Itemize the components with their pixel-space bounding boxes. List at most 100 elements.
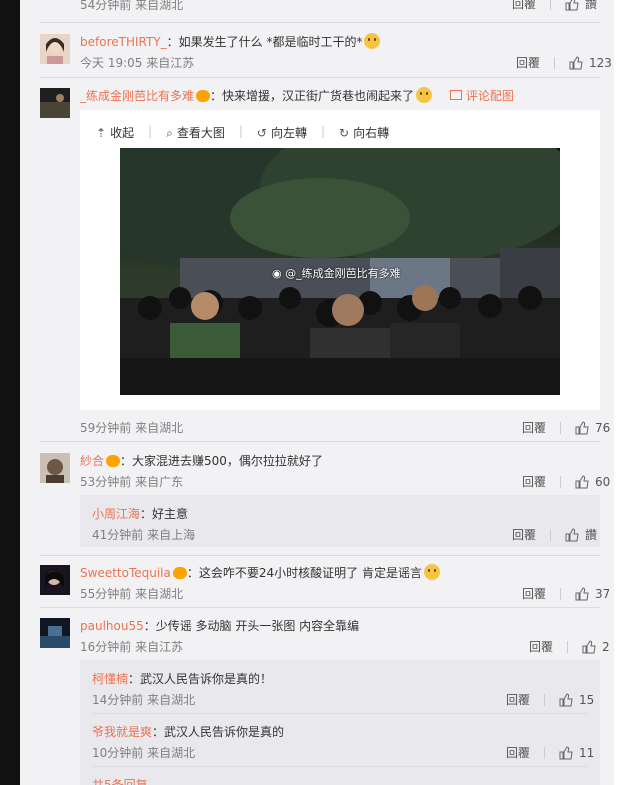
divider: [40, 555, 600, 556]
weibo-watermark: ◉ @_练成金刚芭比有多难: [272, 265, 401, 281]
comment-picture-link[interactable]: 评论配图: [449, 89, 514, 103]
rotate-left-button[interactable]: ↺ 向左轉: [257, 124, 307, 141]
reply-button[interactable]: 回覆: [522, 473, 546, 490]
emoji-icon: [364, 33, 381, 49]
like-icon[interactable]: [569, 55, 583, 70]
vip-badge-icon: [172, 567, 187, 579]
avatar-image: [40, 88, 70, 118]
like-count: 76: [595, 420, 611, 435]
like-count: 讚: [585, 0, 598, 11]
divider: [550, 0, 552, 10]
reply-button[interactable]: 回覆: [522, 585, 546, 602]
reply-button[interactable]: 回覆: [506, 691, 530, 708]
collapse-label: 收起: [110, 126, 135, 140]
reply-button[interactable]: 回覆: [529, 638, 553, 655]
username-link[interactable]: paulhou55: [80, 619, 144, 633]
reply-list: 柯懂楠：武汉人民告诉你是真的！ 14分钟前 来自湖北 回覆 15 爷我就是爽：武…: [80, 660, 600, 785]
like-icon[interactable]: [582, 639, 596, 654]
comment-meta: 16分钟前 来自江苏: [80, 640, 184, 654]
emoji-icon: [416, 87, 433, 103]
reply-meta: 14分钟前 来自湖北: [92, 693, 196, 707]
reply-text: ：武汉人民告诉你是真的！: [128, 672, 273, 686]
comment-actions: 回覆 60: [522, 473, 610, 490]
divider: [544, 746, 546, 759]
comment-actions: 回覆 37: [522, 585, 610, 602]
divider: [554, 56, 556, 69]
divider: [560, 475, 562, 488]
image-viewer: ⇡ 收起 | ⌕ 查看大图 | ↺ 向左轉 | ↻ 向右轉 ◉ @_练成金刚芭比…: [80, 110, 600, 410]
more-replies-link[interactable]: 共5条回复: [92, 776, 148, 785]
comment-actions: 回覆 2: [529, 638, 610, 655]
like-count: 11: [579, 745, 595, 760]
username-link[interactable]: 小周江海: [92, 507, 140, 521]
like-icon[interactable]: [575, 586, 589, 601]
comment-meta: 54分钟前 来自湖北: [80, 0, 184, 12]
like-icon[interactable]: [575, 474, 589, 489]
comment-body: SweettoTequila ：这会咋不要24小时核酸证明了 肯定是谣言: [80, 564, 440, 581]
avatar[interactable]: [40, 565, 70, 595]
emoji-icon: [423, 564, 440, 580]
username-link[interactable]: 紗合: [80, 454, 104, 468]
divider: [92, 766, 588, 767]
like-icon[interactable]: [565, 527, 579, 542]
reply-actions: 回覆 11: [506, 744, 594, 761]
divider: [550, 528, 552, 541]
like-count: 讚: [585, 528, 598, 542]
like-icon[interactable]: [575, 420, 589, 435]
like-icon[interactable]: [565, 0, 579, 11]
comment-text: ：少传谣 多动脑 开头一张图 内容全靠编: [143, 619, 360, 633]
vip-badge-icon: [106, 455, 121, 467]
comment-picture-label: 评论配图: [465, 89, 514, 103]
divider: [40, 77, 600, 78]
comment-actions: 回覆 76: [522, 419, 610, 436]
avatar[interactable]: [40, 453, 70, 483]
rotate-left-label: 向左轉: [270, 126, 307, 140]
reply-body: 柯懂楠：武汉人民告诉你是真的！: [92, 670, 272, 687]
comment-meta: 53分钟前 来自广东: [80, 475, 184, 489]
comment-text: ：这会咋不要24小时核酸证明了 肯定是谣言: [186, 566, 422, 580]
divider: [40, 22, 600, 23]
collapse-button[interactable]: ⇡ 收起: [96, 124, 134, 141]
reply-actions: 回覆 15: [506, 691, 594, 708]
reply-button[interactable]: 回覆: [512, 526, 536, 543]
vip-badge-icon: [196, 90, 211, 102]
comment-body: paulhou55：少传谣 多动脑 开头一张图 内容全靠编: [80, 617, 359, 634]
divider: [40, 441, 600, 442]
comment-actions: 回覆 讚: [512, 0, 597, 12]
reply-button[interactable]: 回覆: [512, 0, 536, 12]
divider: [544, 693, 546, 706]
reply-actions: 回覆 讚: [512, 526, 597, 543]
reply-button[interactable]: 回覆: [506, 744, 530, 761]
view-large-label: 查看大图: [176, 126, 225, 140]
username-link[interactable]: 柯懂楠: [92, 672, 128, 686]
comment-text: ：大家混进去赚500，偶尔拉拉就好了: [120, 454, 323, 468]
avatar[interactable]: [40, 34, 70, 64]
reply-button[interactable]: 回覆: [516, 54, 540, 71]
like-icon[interactable]: [559, 692, 573, 707]
username-link[interactable]: SweettoTequila: [80, 566, 171, 580]
avatar[interactable]: [40, 88, 70, 118]
reply-meta: 10分钟前 来自湖北: [92, 746, 196, 760]
comment-body: _练成金刚芭比有多难 ：快来增援，汉正街广货巷也闹起来了 评论配图: [80, 87, 514, 104]
rotate-right-button[interactable]: ↻ 向右轉: [339, 124, 389, 141]
username-link[interactable]: beforeTHIRTY_: [80, 35, 167, 49]
avatar-image: [40, 565, 70, 595]
rotate-left-icon: ↺: [256, 126, 267, 140]
like-icon[interactable]: [559, 745, 573, 760]
avatar-image: [40, 34, 70, 64]
divider: [567, 640, 569, 653]
rotate-right-label: 向右轉: [353, 126, 390, 140]
comment-photo[interactable]: ◉ @_练成金刚芭比有多难: [120, 148, 560, 395]
view-large-button[interactable]: ⌕ 查看大图: [166, 124, 225, 141]
like-count: 60: [595, 474, 611, 489]
comment-meta: 59分钟前 来自湖北: [80, 421, 184, 435]
divider: [560, 587, 562, 600]
username-link[interactable]: 爷我就是爽: [92, 725, 152, 739]
reply-text: ：武汉人民告诉你是真的: [152, 725, 285, 739]
username-link[interactable]: _练成金刚芭比有多难: [80, 89, 194, 103]
reply-button[interactable]: 回覆: [522, 419, 546, 436]
reply-list: 小周江海：好主意 41分钟前 来自上海 回覆 讚: [80, 495, 600, 547]
avatar[interactable]: [40, 618, 70, 648]
comment-text: ：如果发生了什么 *都是临时工干的*: [166, 35, 363, 49]
comment-body: beforeTHIRTY_：如果发生了什么 *都是临时工干的*: [80, 33, 381, 50]
